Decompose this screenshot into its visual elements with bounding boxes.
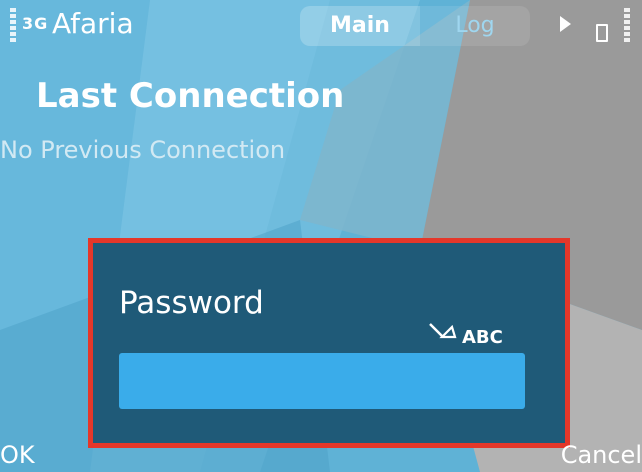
password-dialog: Password ABC — [88, 238, 570, 448]
password-label: Password — [119, 285, 264, 321]
status-bar: 3G Afaria Main Log — [0, 0, 642, 52]
battery-icon — [596, 24, 608, 42]
phone-screen: 3G Afaria Main Log Last Connection No Pr… — [0, 0, 642, 472]
ok-softkey[interactable]: OK — [0, 440, 35, 470]
battery-level-icon — [624, 8, 630, 44]
input-mode-indicator: ABC — [462, 327, 503, 348]
forward-arrow-icon[interactable] — [560, 16, 571, 32]
tab-log[interactable]: Log — [420, 6, 530, 46]
signal-strength-icon — [10, 8, 16, 44]
pen-input-icon — [429, 323, 457, 339]
app-title: Afaria — [52, 7, 134, 40]
password-input[interactable] — [119, 353, 525, 409]
page-title: Last Connection — [36, 76, 345, 116]
connection-status: No Previous Connection — [0, 136, 286, 164]
tab-main[interactable]: Main — [300, 6, 420, 46]
cancel-softkey[interactable]: Cancel — [561, 440, 642, 470]
network-type: 3G — [22, 14, 49, 33]
